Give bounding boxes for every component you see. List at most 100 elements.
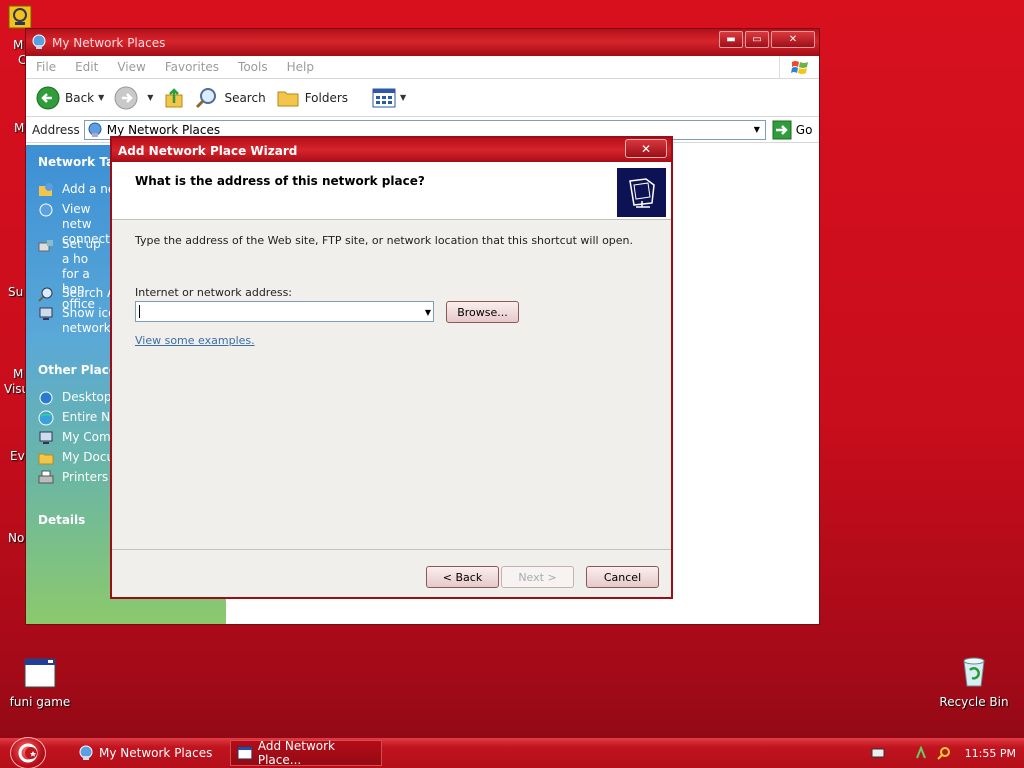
maximize-button[interactable]: ▭ xyxy=(745,31,769,48)
add-place-icon xyxy=(39,183,53,196)
application-window-icon xyxy=(237,746,253,760)
home-network-icon xyxy=(38,240,53,252)
close-button[interactable]: ✕ xyxy=(771,31,815,48)
desktop-icon-recycle-bin[interactable]: Recycle Bin xyxy=(934,656,1014,709)
place-entire-network[interactable]: Entire Ne xyxy=(38,410,117,426)
wizard-header: What is the address of this network plac… xyxy=(112,162,671,220)
desktop-label-fragment: Ev xyxy=(10,449,25,463)
network-places-icon xyxy=(32,34,46,49)
network-status-icon[interactable] xyxy=(915,746,929,760)
chevron-down-icon[interactable]: ▼ xyxy=(425,308,431,317)
view-examples-link[interactable]: View some examples. xyxy=(135,334,255,347)
desktop-icon-label: funi game xyxy=(9,695,71,709)
place-label: My Docu xyxy=(62,450,115,464)
network-address-input[interactable]: ▼ xyxy=(135,301,434,322)
address-value: My Network Places xyxy=(106,122,221,137)
task-add-network-place[interactable]: Add a ne xyxy=(38,182,115,198)
place-label: Desktop xyxy=(62,390,112,404)
minimize-button[interactable]: ▬ xyxy=(719,31,743,48)
taskbar-item-label: My Network Places xyxy=(99,746,213,760)
start-button[interactable] xyxy=(10,737,46,768)
network-shortcut-icon xyxy=(8,5,32,29)
menu-edit[interactable]: Edit xyxy=(75,60,98,74)
desktop-label-fragment: M xyxy=(13,38,24,52)
wizard-footer: < Back Next > Cancel xyxy=(112,549,671,597)
explorer-titlebar[interactable]: My Network Places ▬ ▭ ✕ xyxy=(26,29,819,56)
wizard-question: What is the address of this network plac… xyxy=(135,174,425,188)
chevron-down-icon[interactable]: ▼ xyxy=(98,93,104,102)
folders-button[interactable]: Folders xyxy=(276,87,348,109)
connections-icon xyxy=(39,203,53,217)
documents-folder-icon xyxy=(38,453,54,465)
menu-favorites[interactable]: Favorites xyxy=(165,60,219,74)
desktop-icon xyxy=(39,391,53,405)
back-button[interactable]: Back ▼ xyxy=(36,86,104,110)
views-icon xyxy=(372,88,396,107)
clock[interactable]: 11:55 PM xyxy=(965,747,1016,760)
taskbar: My Network Places Add Network Place... 1… xyxy=(0,737,1024,768)
place-desktop[interactable]: Desktop xyxy=(38,390,112,406)
folders-label: Folders xyxy=(304,90,349,105)
back-arrow-icon xyxy=(36,86,60,109)
desktop-icon-label: Recycle Bin xyxy=(939,695,1009,709)
taskbar-item-network-places[interactable]: My Network Places xyxy=(72,740,222,766)
cancel-button[interactable]: Cancel xyxy=(586,566,659,588)
desktop-icon-funi-game[interactable]: funi game xyxy=(0,658,80,709)
chevron-down-icon[interactable]: ▼ xyxy=(749,121,765,139)
next-button[interactable]: Next > xyxy=(501,566,574,588)
printer-icon xyxy=(38,470,54,484)
computer-icon xyxy=(39,307,53,320)
place-my-computer[interactable]: My Comp xyxy=(38,430,118,446)
go-arrow-icon xyxy=(772,120,792,139)
recycle-bin-icon xyxy=(963,657,985,687)
system-tray: 11:55 PM xyxy=(871,738,1024,768)
back-button[interactable]: < Back xyxy=(426,566,499,588)
network-folder-icon xyxy=(617,168,666,217)
desktop-label-fragment: M xyxy=(14,121,25,135)
task-show-icons[interactable]: Show ico networke xyxy=(38,306,118,336)
go-button[interactable]: Go xyxy=(772,120,812,140)
task-search-ad[interactable]: Search A xyxy=(38,286,115,302)
forward-button[interactable]: ▼ xyxy=(114,86,153,110)
chevron-down-icon[interactable]: ▼ xyxy=(400,93,406,102)
menu-view[interactable]: View xyxy=(117,60,145,74)
menu-file[interactable]: File xyxy=(36,60,56,74)
network-places-icon xyxy=(79,745,93,760)
address-field-label: Internet or network address: xyxy=(135,286,293,299)
explorer-title: My Network Places xyxy=(52,36,166,50)
network-places-icon xyxy=(88,122,102,137)
views-button[interactable]: ▼ xyxy=(372,88,406,108)
menu-help[interactable]: Help xyxy=(287,60,314,74)
text-cursor xyxy=(139,305,140,318)
search-button[interactable]: Search xyxy=(195,86,266,110)
address-label: Address xyxy=(32,122,80,137)
globe-icon xyxy=(38,410,54,426)
taskbar-item-label: Add Network Place... xyxy=(257,739,335,767)
wizard-description: Type the address of the Web site, FTP si… xyxy=(135,234,634,247)
windows-logo-icon xyxy=(779,56,819,79)
menu-tools[interactable]: Tools xyxy=(238,60,268,74)
desktop-label-fragment: Su xyxy=(8,285,24,299)
chevron-down-icon[interactable]: ▼ xyxy=(147,93,153,102)
menu-bar: File Edit View Favorites Tools Help xyxy=(26,56,819,79)
search-icon xyxy=(196,87,217,108)
back-label: Back xyxy=(65,90,95,105)
wizard-titlebar[interactable]: Add Network Place Wizard ✕ xyxy=(112,138,671,162)
details-header[interactable]: Details xyxy=(38,513,85,527)
task-label: Add a ne xyxy=(62,182,116,196)
desktop-label-fragment: No xyxy=(8,531,25,545)
application-window-icon xyxy=(24,658,56,688)
place-printers[interactable]: Printers a xyxy=(38,470,119,486)
task-label: Search A xyxy=(62,286,116,300)
computer-icon xyxy=(39,431,53,444)
taskbar-item-wizard[interactable]: Add Network Place... xyxy=(230,739,382,767)
keyboard-icon[interactable] xyxy=(871,748,885,758)
standard-toolbar: Back ▼ ▼ Search Folders ▼ xyxy=(26,79,819,117)
browse-button[interactable]: Browse... xyxy=(446,301,519,323)
search-icon[interactable] xyxy=(936,746,951,760)
close-button[interactable]: ✕ xyxy=(625,139,667,158)
start-orb-icon xyxy=(18,743,38,763)
place-my-documents[interactable]: My Docu xyxy=(38,450,114,466)
wizard-title: Add Network Place Wizard xyxy=(118,144,298,158)
up-folder-button[interactable] xyxy=(163,87,185,109)
